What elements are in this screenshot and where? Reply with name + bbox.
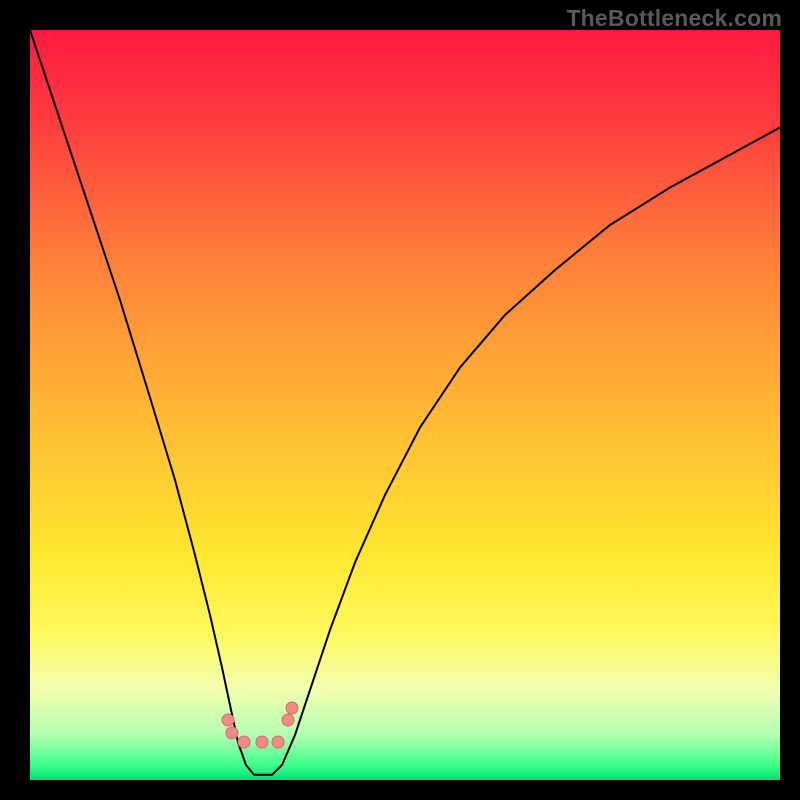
data-marker (272, 736, 284, 748)
data-marker (238, 736, 250, 748)
data-marker (222, 714, 234, 726)
watermark-text: TheBottleneck.com (566, 5, 782, 32)
data-marker (282, 714, 294, 726)
data-marker (256, 736, 268, 748)
chart-frame: TheBottleneck.com (0, 0, 800, 800)
plot-background (30, 30, 780, 780)
data-marker (226, 727, 238, 739)
chart-svg (0, 0, 800, 800)
data-marker (286, 702, 298, 714)
